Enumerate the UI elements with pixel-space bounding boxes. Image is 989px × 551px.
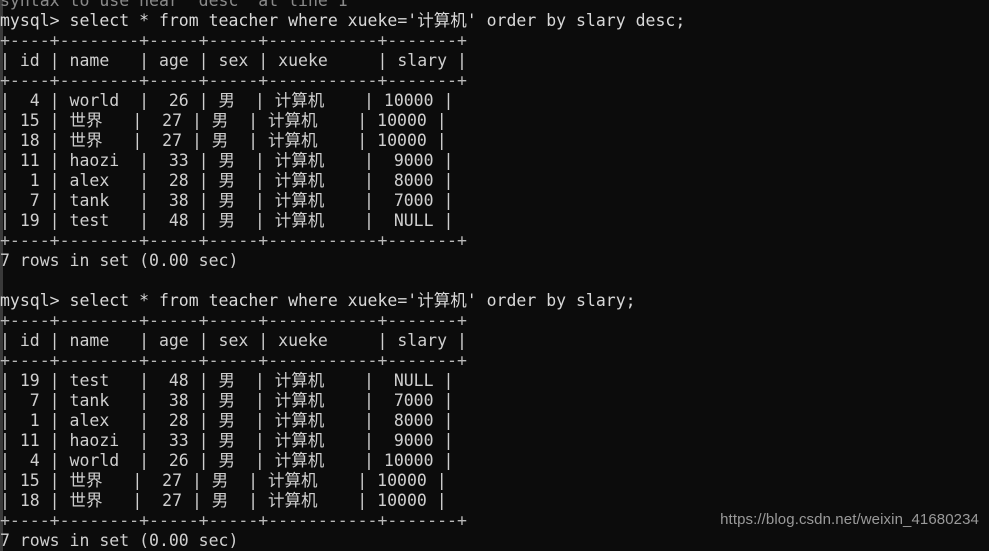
table-2-row-count: 7 rows in set (0.00 sec)	[0, 531, 239, 550]
terminal-output: syntax to use near 'desc' at line 1 mysq…	[0, 0, 989, 551]
table-2-top-separator: +----+--------+-----+-----+-----------+-…	[0, 311, 467, 330]
table-row: | 15 | 世界 | 27 | 男 | 计算机 | 10000 |	[0, 471, 447, 490]
table-row: | 1 | alex | 28 | 男 | 计算机 | 8000 |	[0, 411, 454, 430]
table-2-header-row: | id | name | age | sex | xueke | slary …	[0, 331, 467, 350]
table-row: | 7 | tank | 38 | 男 | 计算机 | 7000 |	[0, 391, 454, 410]
table-row: | 11 | haozi | 33 | 男 | 计算机 | 9000 |	[0, 151, 454, 170]
table-row: | 4 | world | 26 | 男 | 计算机 | 10000 |	[0, 91, 454, 110]
table-row: | 1 | alex | 28 | 男 | 计算机 | 8000 |	[0, 171, 454, 190]
table-row: | 11 | haozi | 33 | 男 | 计算机 | 9000 |	[0, 431, 454, 450]
terminal-window[interactable]: syntax to use near 'desc' at line 1 mysq…	[0, 0, 989, 551]
table-2-header-separator: +----+--------+-----+-----+-----------+-…	[0, 351, 467, 370]
command-line-1[interactable]: mysql> select * from teacher where xueke…	[0, 11, 989, 31]
table-row: | 19 | test | 48 | 男 | 计算机 | NULL |	[0, 371, 454, 390]
table-1-row-count: 7 rows in set (0.00 sec)	[0, 251, 239, 270]
error-remnant-line: syntax to use near 'desc' at line 1	[0, 0, 348, 10]
table-row: | 18 | 世界 | 27 | 男 | 计算机 | 10000 |	[0, 131, 447, 150]
table-1-header-separator: +----+--------+-----+-----+-----------+-…	[0, 71, 467, 90]
table-row: | 15 | 世界 | 27 | 男 | 计算机 | 10000 |	[0, 111, 447, 130]
command-line-2[interactable]: mysql> select * from teacher where xueke…	[0, 291, 989, 311]
table-1-bottom-separator: +----+--------+-----+-----+-----------+-…	[0, 231, 467, 250]
table-1-top-separator: +----+--------+-----+-----+-----------+-…	[0, 31, 467, 50]
table-row: | 7 | tank | 38 | 男 | 计算机 | 7000 |	[0, 191, 454, 210]
table-row: | 4 | world | 26 | 男 | 计算机 | 10000 |	[0, 451, 454, 470]
table-row: | 19 | test | 48 | 男 | 计算机 | NULL |	[0, 211, 454, 230]
table-row: | 18 | 世界 | 27 | 男 | 计算机 | 10000 |	[0, 491, 447, 510]
watermark-url: https://blog.csdn.net/weixin_41680234	[720, 511, 979, 528]
table-1-header-row: | id | name | age | sex | xueke | slary …	[0, 51, 467, 70]
